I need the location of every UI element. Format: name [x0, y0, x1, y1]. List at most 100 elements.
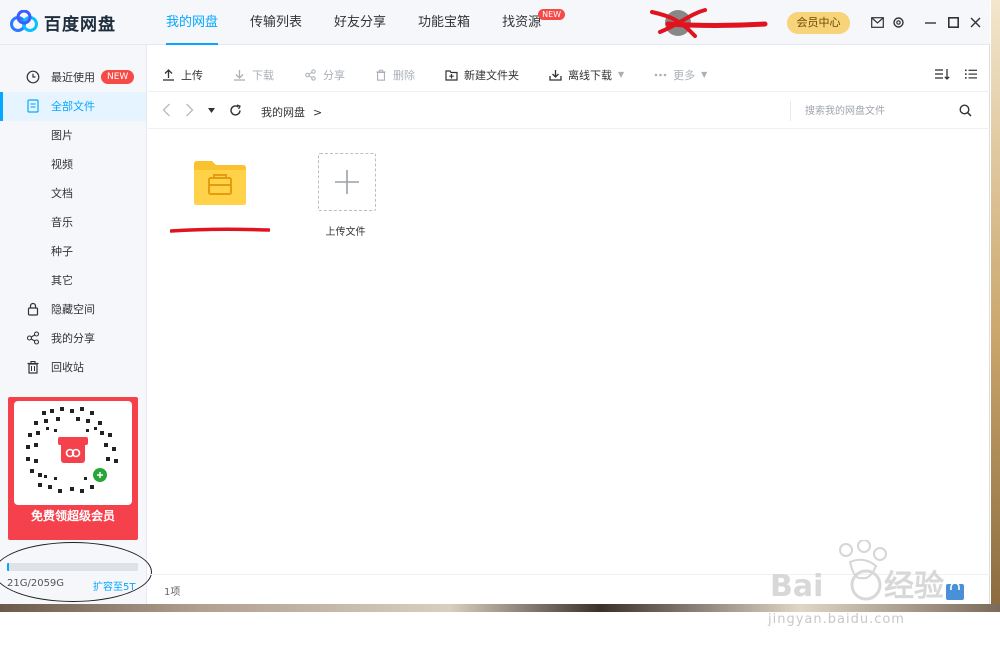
offline-download-label: 离线下载 [568, 68, 612, 82]
search-box [790, 101, 980, 121]
sidebar-item-label: 回收站 [51, 361, 84, 374]
nav-label: 功能宝箱 [418, 15, 471, 30]
sidebar-item-label: 隐藏空间 [51, 303, 95, 316]
share-label: 分享 [323, 68, 345, 82]
sidebar-item-label: 种子 [51, 245, 73, 258]
new-folder-label: 新建文件夹 [464, 68, 519, 82]
share-icon [26, 331, 40, 345]
path-bar: 我的网盘 > [148, 93, 990, 129]
sidebar-item-label: 文档 [51, 187, 73, 200]
share-icon [305, 68, 316, 81]
nav-label: 找资源 [502, 15, 542, 30]
app-name: 百度网盘 [44, 14, 116, 35]
upload-file-label: 上传文件 [325, 227, 366, 238]
more-icon [654, 73, 667, 76]
nav-friend-share[interactable]: 好友分享 [318, 0, 402, 45]
download-icon [234, 69, 245, 81]
qr-code-image [14, 401, 132, 505]
plus-icon [335, 170, 359, 194]
sidebar-item-label: 视频 [51, 158, 73, 171]
nav-label: 好友分享 [334, 15, 387, 30]
chevron-down-icon: ▼ [618, 70, 625, 79]
refresh-icon[interactable] [229, 103, 242, 117]
new-badge: NEW [101, 70, 135, 84]
storage-usage-text: 21G/2059G [7, 578, 65, 589]
sidebar-item-music[interactable]: 音乐 [0, 208, 146, 237]
netdisk-logo-icon [10, 10, 38, 32]
trash-icon [27, 360, 39, 374]
hand-drawn-circle-annotation [0, 542, 152, 602]
document-icon [27, 99, 39, 113]
file-grid: 上传文件 [148, 130, 990, 574]
sidebar: 最近使用 NEW 全部文件 图片 视频 文档 音乐 种子 其它 隐藏空间 我的分… [0, 45, 152, 604]
item-count: 1项 [164, 587, 181, 598]
breadcrumb-item[interactable]: 我的网盘 [261, 106, 305, 119]
nav-toolbox[interactable]: 功能宝箱 [402, 0, 486, 45]
gear-icon[interactable] [890, 14, 906, 30]
sidebar-item-label: 音乐 [51, 216, 73, 229]
offline-download-button[interactable]: 离线下载 ▼ [549, 58, 624, 92]
new-folder-icon [445, 69, 458, 81]
list-view-icon[interactable] [964, 67, 978, 81]
offline-download-icon [549, 69, 562, 81]
sidebar-item-all-files[interactable]: 全部文件 [0, 92, 146, 121]
search-input[interactable] [805, 103, 955, 119]
status-bar: 1项 [148, 574, 990, 604]
sidebar-item-documents[interactable]: 文档 [0, 179, 146, 208]
upload-button[interactable]: 上传 [162, 58, 203, 92]
sidebar-item-videos[interactable]: 视频 [0, 150, 146, 179]
new-folder-button[interactable]: 新建文件夹 [445, 58, 519, 92]
promo-qr-card[interactable]: 免费领超级会员 [8, 397, 138, 540]
maximize-icon[interactable] [945, 14, 961, 30]
search-icon[interactable] [959, 104, 972, 117]
share-button[interactable]: 分享 [304, 58, 345, 92]
avatar[interactable] [665, 10, 691, 36]
nav-label: 我的网盘 [166, 15, 219, 30]
nav-my-netdisk[interactable]: 我的网盘 [150, 0, 234, 45]
sort-icon[interactable] [934, 67, 950, 81]
sidebar-item-images[interactable]: 图片 [0, 121, 146, 150]
minimize-icon[interactable] [922, 14, 938, 30]
sidebar-item-my-share[interactable]: 我的分享 [0, 324, 146, 353]
nav-label: 传输列表 [250, 15, 303, 30]
upload-file-tile[interactable]: 上传文件 [318, 153, 377, 238]
clock-icon [26, 70, 40, 84]
sidebar-item-label: 我的分享 [51, 332, 95, 345]
forward-arrow-icon[interactable] [185, 103, 194, 117]
top-bar: 百度网盘 我的网盘 传输列表 好友分享 功能宝箱 找资源 NEW 会员中心 [0, 0, 990, 45]
sidebar-item-hidden-space[interactable]: 隐藏空间 [0, 295, 146, 324]
sidebar-item-recent[interactable]: 最近使用 NEW [0, 63, 146, 92]
back-arrow-icon[interactable] [162, 103, 171, 117]
storage-progress-fill [7, 563, 9, 571]
sidebar-item-other[interactable]: 其它 [0, 266, 146, 295]
history-nav [162, 103, 242, 117]
upload-placeholder-box[interactable] [318, 153, 376, 211]
storage-progress-bar [7, 563, 138, 571]
delete-button[interactable]: 删除 [375, 58, 415, 92]
sidebar-item-torrents[interactable]: 种子 [0, 237, 146, 266]
main-nav: 我的网盘 传输列表 好友分享 功能宝箱 找资源 NEW [150, 0, 566, 45]
trash-icon [376, 69, 386, 81]
expand-storage-link[interactable]: 扩容至5T [93, 578, 135, 593]
nav-transfer-list[interactable]: 传输列表 [234, 0, 318, 45]
new-badge: NEW [538, 9, 566, 20]
app-logo[interactable]: 百度网盘 [10, 8, 116, 36]
download-button[interactable]: 下载 [233, 58, 274, 92]
sidebar-item-recycle-bin[interactable]: 回收站 [0, 353, 146, 382]
dropdown-arrow-icon[interactable] [208, 107, 215, 113]
more-button[interactable]: 更多 ▼ [654, 58, 707, 92]
chevron-down-icon: ▼ [701, 70, 708, 79]
view-switcher [934, 67, 978, 81]
upload-label: 上传 [181, 68, 203, 82]
nav-find-resources[interactable]: 找资源 NEW [486, 0, 566, 45]
delete-label: 删除 [393, 68, 415, 82]
mail-icon[interactable] [869, 14, 885, 30]
breadcrumb: 我的网盘 > [261, 104, 322, 120]
user-profile[interactable] [665, 8, 757, 38]
baidu-netdisk-window: 百度网盘 我的网盘 传输列表 好友分享 功能宝箱 找资源 NEW 会员中心 最近… [0, 0, 990, 604]
upload-icon [163, 68, 174, 81]
sidebar-item-label: 图片 [51, 129, 73, 142]
folder-item[interactable] [168, 152, 272, 237]
vip-center-button[interactable]: 会员中心 [787, 12, 850, 34]
close-icon[interactable] [967, 14, 983, 30]
